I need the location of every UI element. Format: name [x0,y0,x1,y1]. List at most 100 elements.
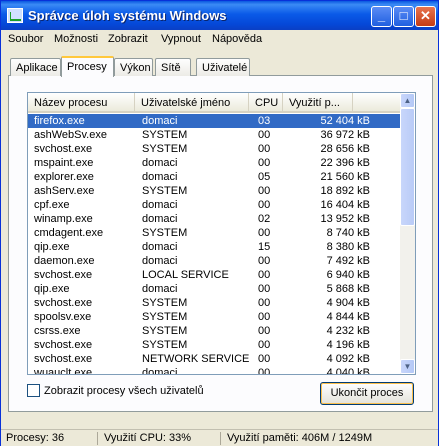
process-memory: 8 740 kB [326,227,370,239]
process-cpu: 00 [258,143,271,155]
menu-shutdown[interactable]: Vypnout [161,33,201,45]
column-header-user[interactable]: Uživatelské jméno [135,93,249,111]
process-list[interactable]: Název procesu Uživatelské jméno CPU Využ… [27,92,416,375]
end-process-button[interactable]: Ukončit proces [320,382,414,405]
process-memory: 4 232 kB [326,325,370,337]
menu-help[interactable]: Nápověda [212,33,262,45]
scroll-down-arrow-icon[interactable]: ▼ [400,359,415,374]
process-name: qip.exe [34,283,70,295]
process-user: domaci [142,115,178,127]
process-row[interactable]: ashServ.exe SYSTEM 00 18 892 kB [28,184,400,198]
process-row[interactable]: cpf.exe domaci 00 16 404 kB [28,198,400,212]
process-memory: 4 092 kB [326,353,370,365]
process-memory: 4 904 kB [326,297,370,309]
process-memory: 16 404 kB [320,199,370,211]
process-cpu: 02 [258,213,271,225]
vertical-scrollbar[interactable]: ▲ ▼ [400,93,415,374]
process-user: SYSTEM [142,227,188,239]
status-divider [220,432,221,445]
show-all-users-checkbox[interactable] [27,384,40,397]
tab-networking[interactable]: Sítě [155,58,191,76]
process-name: svchost.exe [34,269,93,281]
task-manager-window: Správce úloh systému Windows _ □ ✕ Soubo… [0,0,439,446]
process-name: spoolsv.exe [34,311,92,323]
menu-options[interactable]: Možnosti [54,33,98,45]
process-row[interactable]: svchost.exe NETWORK SERVICE 00 4 092 kB [28,352,400,366]
process-name: qip.exe [34,241,70,253]
process-name: daemon.exe [34,255,95,267]
process-row[interactable]: ashWebSv.exe SYSTEM 00 36 972 kB [28,128,400,142]
process-memory: 22 396 kB [320,157,370,169]
process-cpu: 00 [258,367,271,375]
process-name: cpf.exe [34,199,70,211]
process-cpu: 15 [258,241,271,253]
process-memory: 18 892 kB [320,185,370,197]
process-cpu: 00 [258,269,271,281]
tab-performance[interactable]: Výkon [114,58,153,76]
menu-file[interactable]: Soubor [8,33,43,45]
process-row[interactable]: csrss.exe SYSTEM 00 4 232 kB [28,324,400,338]
process-name: svchost.exe [34,297,93,309]
process-row[interactable]: winamp.exe domaci 02 13 952 kB [28,212,400,226]
menu-view[interactable]: Zobrazit [108,33,148,45]
process-row[interactable]: firefox.exe domaci 03 52 404 kB [28,114,400,128]
process-name: explorer.exe [34,171,94,183]
process-user: domaci [142,171,178,183]
list-header: Název procesu Uživatelské jméno CPU Využ… [28,93,400,113]
column-header-name[interactable]: Název procesu [28,93,135,111]
process-row[interactable]: spoolsv.exe SYSTEM 00 4 844 kB [28,310,400,324]
scroll-thumb[interactable] [400,108,415,226]
process-row[interactable]: daemon.exe domaci 00 7 492 kB [28,254,400,268]
scroll-up-arrow-icon[interactable]: ▲ [400,93,415,108]
process-cpu: 00 [258,325,271,337]
column-header-memory[interactable]: Využití p... [283,93,353,111]
process-cpu: 00 [258,353,271,365]
tab-processes[interactable]: Procesy [61,56,114,77]
process-row[interactable]: cmdagent.exe SYSTEM 00 8 740 kB [28,226,400,240]
process-user: domaci [142,157,178,169]
process-user: SYSTEM [142,325,188,337]
process-user: SYSTEM [142,311,188,323]
process-name: mspaint.exe [34,157,94,169]
process-name: ashServ.exe [34,185,95,197]
process-user: LOCAL SERVICE [142,269,229,281]
window-title: Správce úloh systému Windows [28,8,227,23]
process-name: firefox.exe [34,115,85,127]
process-user: domaci [142,283,178,295]
title-bar[interactable]: Správce úloh systému Windows _ □ ✕ [1,1,438,30]
process-row[interactable]: wuauclt.exe domaci 00 4 040 kB [28,366,400,375]
process-row[interactable]: qip.exe domaci 15 8 380 kB [28,240,400,254]
process-row[interactable]: mspaint.exe domaci 00 22 396 kB [28,156,400,170]
process-row[interactable]: svchost.exe LOCAL SERVICE 00 6 940 kB [28,268,400,282]
process-memory: 36 972 kB [320,129,370,141]
process-row[interactable]: svchost.exe SYSTEM 00 28 656 kB [28,142,400,156]
process-memory: 8 380 kB [326,241,370,253]
process-memory: 7 492 kB [326,255,370,267]
process-cpu: 03 [258,115,271,127]
process-memory: 52 404 kB [320,115,370,127]
process-row[interactable]: svchost.exe SYSTEM 00 4 196 kB [28,338,400,352]
status-memory-usage: Využití paměti: 406M / 1249M [227,432,373,444]
process-memory: 5 868 kB [326,283,370,295]
process-user: domaci [142,241,178,253]
process-row[interactable]: qip.exe domaci 00 5 868 kB [28,282,400,296]
process-name: cmdagent.exe [34,227,104,239]
minimize-button[interactable]: _ [371,6,392,27]
status-divider [97,432,98,445]
show-all-users-label[interactable]: Zobrazit procesy všech uživatelů [44,385,204,397]
tab-applications[interactable]: Aplikace [10,58,61,76]
column-header-cpu[interactable]: CPU [249,93,283,111]
process-name: wuauclt.exe [34,367,93,375]
process-user: SYSTEM [142,339,188,351]
process-row[interactable]: svchost.exe SYSTEM 00 4 904 kB [28,296,400,310]
maximize-button[interactable]: □ [393,6,414,27]
process-name: ashWebSv.exe [34,129,107,141]
process-row[interactable]: explorer.exe domaci 05 21 560 kB [28,170,400,184]
process-memory: 4 040 kB [326,367,370,375]
process-memory: 6 940 kB [326,269,370,281]
close-button[interactable]: ✕ [415,6,436,27]
task-manager-icon [7,8,23,23]
process-user: SYSTEM [142,129,188,141]
process-user: domaci [142,255,178,267]
tab-users[interactable]: Uživatelé [196,58,250,76]
